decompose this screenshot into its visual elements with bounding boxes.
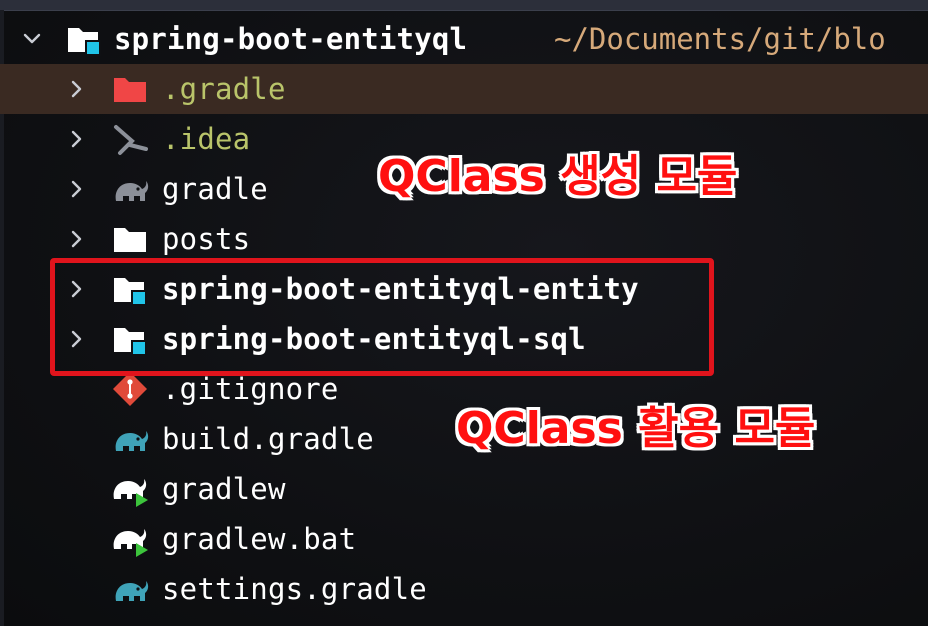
window-top-bar	[0, 0, 928, 11]
folder-icon	[110, 219, 150, 259]
gradle-elephant-icon	[110, 169, 150, 209]
chevron-right-icon[interactable]	[66, 129, 86, 149]
project-name: spring-boot-entityql	[114, 22, 468, 56]
tree-row[interactable]: .gradle	[0, 64, 928, 114]
idea-icon	[110, 119, 150, 159]
tree-label: gradle	[162, 172, 268, 206]
tree-label: posts	[162, 222, 251, 256]
tree-label: gradlew.bat	[162, 522, 357, 556]
project-path: ~/Documents/git/blo	[554, 22, 886, 56]
tree-label: gradlew	[162, 472, 286, 506]
tree-row[interactable]: gradlew	[0, 464, 928, 514]
annotation-qclass-generate: QClass 생성 모듈	[378, 151, 738, 202]
annotation-qclass-use: QClass 활용 모듈	[456, 403, 816, 454]
chevron-down-icon[interactable]	[22, 29, 42, 49]
tree-label: .gradle	[162, 72, 286, 106]
gradle-elephant-icon	[110, 569, 150, 609]
gradle-run-icon	[110, 469, 150, 509]
chevron-right-icon[interactable]	[66, 179, 86, 199]
chevron-right-icon[interactable]	[66, 79, 86, 99]
tree-row[interactable]: gradlew.bat	[0, 514, 928, 564]
chevron-right-icon[interactable]	[66, 229, 86, 249]
gradle-elephant-icon	[110, 419, 150, 459]
folder-red-icon	[110, 69, 150, 109]
tree-row-project-root[interactable]: spring-boot-entityql ~/Documents/git/blo	[0, 14, 928, 64]
module-folder-icon	[64, 19, 104, 59]
tree-row[interactable]: settings.gradle	[0, 564, 928, 614]
gradle-run-icon	[110, 519, 150, 559]
tree-row[interactable]: posts	[0, 214, 928, 264]
tree-label: .idea	[162, 122, 251, 156]
highlight-box	[50, 258, 714, 376]
tree-label: build.gradle	[162, 422, 374, 456]
tree-label: settings.gradle	[162, 572, 427, 606]
